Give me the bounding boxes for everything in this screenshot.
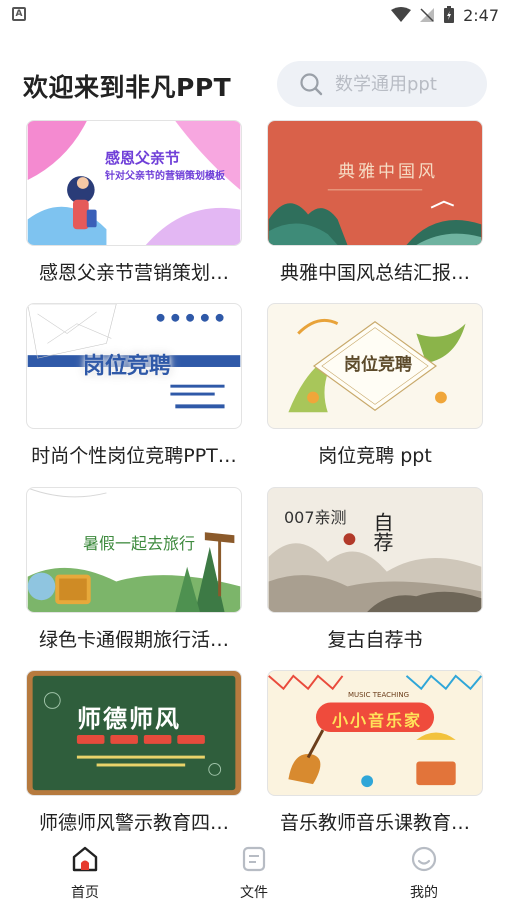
notification-badge-icon: A: [12, 7, 26, 21]
template-caption[interactable]: 感恩父亲节营销策划…: [26, 258, 242, 285]
thumbnail-tag: MUSIC TEACHING: [348, 691, 410, 699]
template-card[interactable]: 师德师风 师德师风警示教育四…: [26, 670, 242, 835]
template-card[interactable]: 典雅中国风 典雅中国风总结汇报…: [267, 120, 483, 285]
template-thumbnail[interactable]: MUSIC TEACHING 小小音乐家: [267, 670, 483, 796]
status-icons: 2:47: [391, 4, 499, 26]
template-caption[interactable]: 师德师风警示教育四…: [26, 808, 242, 835]
template-thumbnail[interactable]: 岗位竞聘: [267, 303, 483, 429]
wifi-icon: [391, 7, 412, 22]
template-card[interactable]: 岗位竞聘 时尚个性岗位竞聘PPT…: [26, 303, 242, 468]
template-thumbnail[interactable]: 007亲测 自荐: [267, 487, 483, 613]
template-caption[interactable]: 典雅中国风总结汇报…: [267, 258, 483, 285]
template-card[interactable]: 岗位竞聘 岗位竞聘 ppt: [267, 303, 483, 468]
template-card[interactable]: 感恩父亲节 针对父亲节的营销策划模板 感恩父亲节营销策划…: [26, 120, 242, 285]
template-card[interactable]: 暑假一起去旅行 绿色卡通假期旅行活…: [26, 487, 242, 652]
thumbnail-illustration: [27, 121, 241, 245]
search-input[interactable]: [335, 73, 475, 95]
template-thumbnail[interactable]: 典雅中国风: [267, 120, 483, 246]
template-card[interactable]: MUSIC TEACHING 小小音乐家 音乐教师音乐课教育…: [267, 670, 483, 835]
thumbnail-illustration: [268, 189, 482, 245]
template-card[interactable]: 007亲测 自荐 复古自荐书: [267, 487, 483, 652]
file-icon[interactable]: [239, 844, 269, 874]
header: 欢迎来到非凡PPT: [0, 58, 509, 110]
nav-home-label[interactable]: 首页: [45, 882, 125, 902]
home-icon[interactable]: [70, 844, 100, 874]
thumbnail-title: 自荐: [370, 512, 394, 552]
template-thumbnail[interactable]: 岗位竞聘: [26, 303, 242, 429]
template-grid: 感恩父亲节 针对父亲节的营销策划模板 感恩父亲节营销策划… 典雅中国风 典雅中国…: [0, 118, 509, 840]
profile-icon[interactable]: [409, 844, 439, 874]
thumbnail-title: 师德师风: [77, 705, 181, 733]
template-thumbnail[interactable]: 师德师风: [26, 670, 242, 796]
search-bar[interactable]: [277, 61, 487, 107]
template-thumbnail[interactable]: 感恩父亲节 针对父亲节的营销策划模板: [26, 120, 242, 246]
thumbnail-title: 典雅中国风: [338, 162, 438, 182]
nav-file-label[interactable]: 文件: [214, 882, 294, 902]
thumbnail-title: 岗位竞聘: [83, 354, 172, 379]
no-signal-icon: [420, 8, 435, 22]
thumbnail-subtitle: 针对父亲节的营销策划模板: [105, 171, 225, 182]
nav-profile-label[interactable]: 我的: [384, 882, 464, 902]
nav-home[interactable]: 首页: [45, 844, 125, 904]
thumbnail-title: 感恩父亲节: [105, 149, 181, 167]
template-caption[interactable]: 绿色卡通假期旅行活…: [26, 625, 242, 652]
thumbnail-title: 岗位竞聘: [344, 355, 412, 375]
bottom-navigation: 首页 文件 我的: [0, 840, 509, 906]
nav-profile[interactable]: 我的: [384, 844, 464, 904]
thumbnail-tag: 007亲测: [284, 508, 347, 527]
status-bar: A 2:47: [0, 0, 509, 30]
battery-icon: [444, 6, 455, 23]
thumbnail-title: 暑假一起去旅行: [83, 534, 196, 553]
clock: 2:47: [463, 5, 499, 25]
template-caption[interactable]: 时尚个性岗位竞聘PPT…: [26, 441, 242, 468]
thumbnail-title: 小小音乐家: [332, 711, 423, 730]
thumbnail-illustration: [268, 674, 482, 788]
search-icon[interactable]: [299, 72, 323, 96]
template-thumbnail[interactable]: 暑假一起去旅行: [26, 487, 242, 613]
template-caption[interactable]: 音乐教师音乐课教育…: [267, 808, 483, 835]
template-caption[interactable]: 岗位竞聘 ppt: [267, 441, 483, 468]
nav-file[interactable]: 文件: [214, 844, 294, 904]
template-caption[interactable]: 复古自荐书: [267, 625, 483, 652]
page-title: 欢迎来到非凡PPT: [23, 73, 232, 102]
